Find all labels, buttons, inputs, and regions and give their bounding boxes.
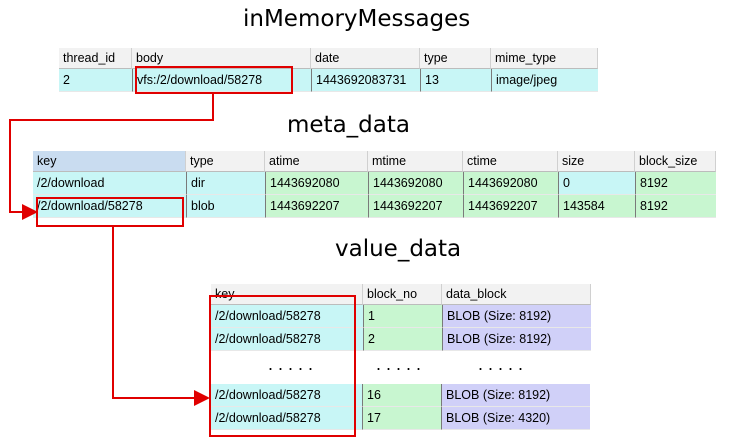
connector-arrows — [9, 94, 214, 406]
arrow-body-to-meta-key — [9, 94, 214, 220]
arrow-meta-key-to-value-key — [112, 227, 210, 406]
